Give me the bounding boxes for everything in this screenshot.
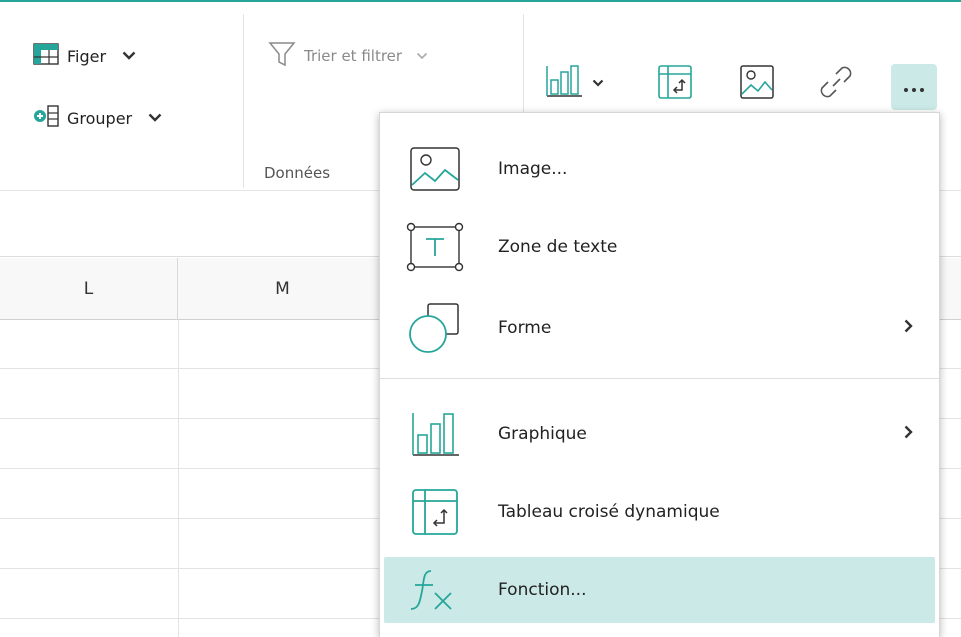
image-icon <box>406 142 464 196</box>
menu-item-chart[interactable]: Graphique <box>380 401 939 467</box>
insert-dropdown-menu: Image... Zone de texte Forme Graphique T… <box>379 112 940 637</box>
pivot-table-icon <box>406 485 464 539</box>
menu-item-label: Zone de texte <box>498 237 618 257</box>
insert-link-button[interactable] <box>816 62 856 106</box>
chevron-down-icon <box>416 49 428 63</box>
chevron-down-icon <box>122 49 136 63</box>
freeze-button[interactable]: Figer <box>33 43 136 69</box>
group-icon <box>33 104 59 132</box>
column-header-l[interactable]: L <box>0 258 178 320</box>
data-group-label: Données <box>264 164 331 182</box>
group-button[interactable]: Grouper <box>33 104 162 132</box>
menu-separator <box>380 378 939 379</box>
menu-item-shape[interactable]: Forme <box>380 295 939 361</box>
column-header-m[interactable]: M <box>178 258 388 320</box>
menu-item-label: Fonction... <box>498 580 587 600</box>
chart-button[interactable] <box>544 64 604 102</box>
menu-item-label: Tableau croisé dynamique <box>498 502 720 522</box>
menu-item-text-box[interactable]: Zone de texte <box>380 214 939 280</box>
sort-filter-button[interactable]: Trier et filtrer <box>268 40 428 72</box>
text-box-icon <box>406 220 464 274</box>
chart-icon <box>544 64 584 102</box>
menu-item-image[interactable]: Image... <box>380 136 939 202</box>
freeze-table-icon <box>33 43 59 69</box>
sort-filter-label: Trier et filtrer <box>304 47 403 65</box>
more-options-button[interactable] <box>891 64 937 110</box>
image-icon <box>739 64 775 104</box>
menu-item-label: Forme <box>498 318 552 338</box>
insert-image-button[interactable] <box>739 64 775 104</box>
chevron-down-icon <box>592 76 604 90</box>
menu-item-pivot-table[interactable]: Tableau croisé dynamique <box>380 479 939 545</box>
shape-icon <box>406 301 464 355</box>
freeze-label: Figer <box>67 46 107 66</box>
function-icon <box>406 563 464 617</box>
filter-icon <box>268 40 296 72</box>
chart-icon <box>406 407 464 461</box>
menu-item-label: Graphique <box>498 424 587 444</box>
group-label: Grouper <box>67 108 133 128</box>
pivot-table-icon <box>657 64 693 104</box>
link-icon <box>816 62 856 106</box>
chevron-down-icon <box>148 111 162 125</box>
menu-item-label: Image... <box>498 159 568 179</box>
menu-item-function[interactable]: Fonction... <box>384 557 935 623</box>
chevron-right-icon <box>904 425 913 443</box>
more-icon <box>903 78 925 97</box>
chevron-right-icon <box>904 319 913 337</box>
ribbon-separator <box>243 14 244 188</box>
pivot-table-button[interactable] <box>657 64 693 104</box>
